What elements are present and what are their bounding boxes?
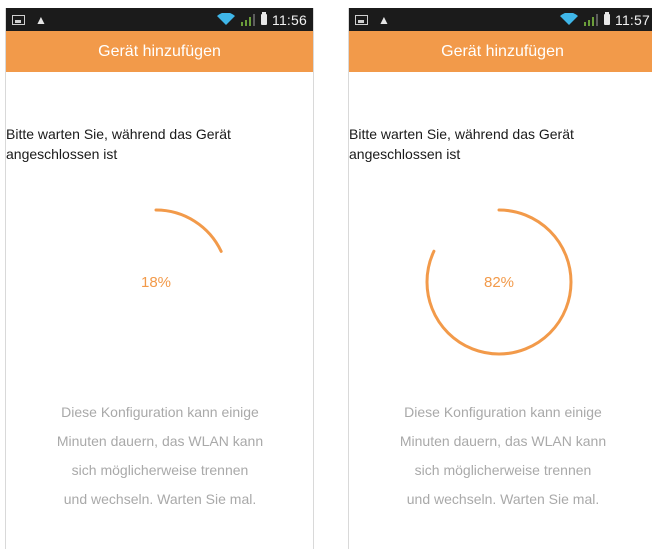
info-line: Minuten dauern, das WLAN kann	[399, 433, 607, 449]
info-text: Diese Konfiguration kann einige Minuten …	[369, 398, 637, 514]
progress-percent: 18%	[140, 273, 172, 291]
waiting-message: Bitte warten Sie, während das Gerät ange…	[6, 126, 231, 162]
image-icon	[12, 14, 25, 25]
signal-icon	[241, 13, 255, 26]
clock: 11:56	[272, 11, 307, 28]
image-icon	[355, 14, 368, 25]
progress-percent: 82%	[483, 273, 515, 291]
page-title: Gerät hinzufügen	[349, 31, 652, 72]
info-line: Diese Konfiguration kann einige	[61, 404, 259, 420]
clock: 11:57	[615, 11, 650, 28]
signal-icon	[584, 13, 598, 26]
wifi-icon	[560, 13, 578, 25]
waiting-message: Bitte warten Sie, während das Gerät ange…	[349, 126, 574, 162]
info-line: sich möglicherweise trennen	[71, 462, 249, 478]
info-text: Diese Konfiguration kann einige Minuten …	[26, 398, 294, 514]
status-bar: ▲ 11:57	[349, 8, 652, 31]
phone-screen-2: ▲ 11:57 Gerät hinzufügen Bitte warten Si…	[348, 8, 652, 549]
progress-ring: 82%	[419, 202, 579, 362]
info-line: sich möglicherweise trennen	[414, 462, 592, 478]
page-title: Gerät hinzufügen	[6, 31, 313, 72]
info-line: Diese Konfiguration kann einige	[404, 404, 602, 420]
status-bar: ▲ 11:56	[6, 8, 313, 31]
progress-ring: 18%	[76, 202, 236, 362]
battery-icon	[604, 12, 610, 25]
wifi-icon	[217, 13, 235, 25]
battery-icon	[261, 12, 267, 25]
phone-screen-1: ▲ 11:56 Gerät hinzufügen Bitte warten Si…	[5, 8, 314, 549]
info-line: und wechseln. Warten Sie mal.	[63, 491, 257, 507]
info-line: und wechseln. Warten Sie mal.	[406, 491, 600, 507]
warning-icon: ▲	[35, 12, 47, 27]
warning-icon: ▲	[378, 12, 390, 27]
info-line: Minuten dauern, das WLAN kann	[56, 433, 264, 449]
